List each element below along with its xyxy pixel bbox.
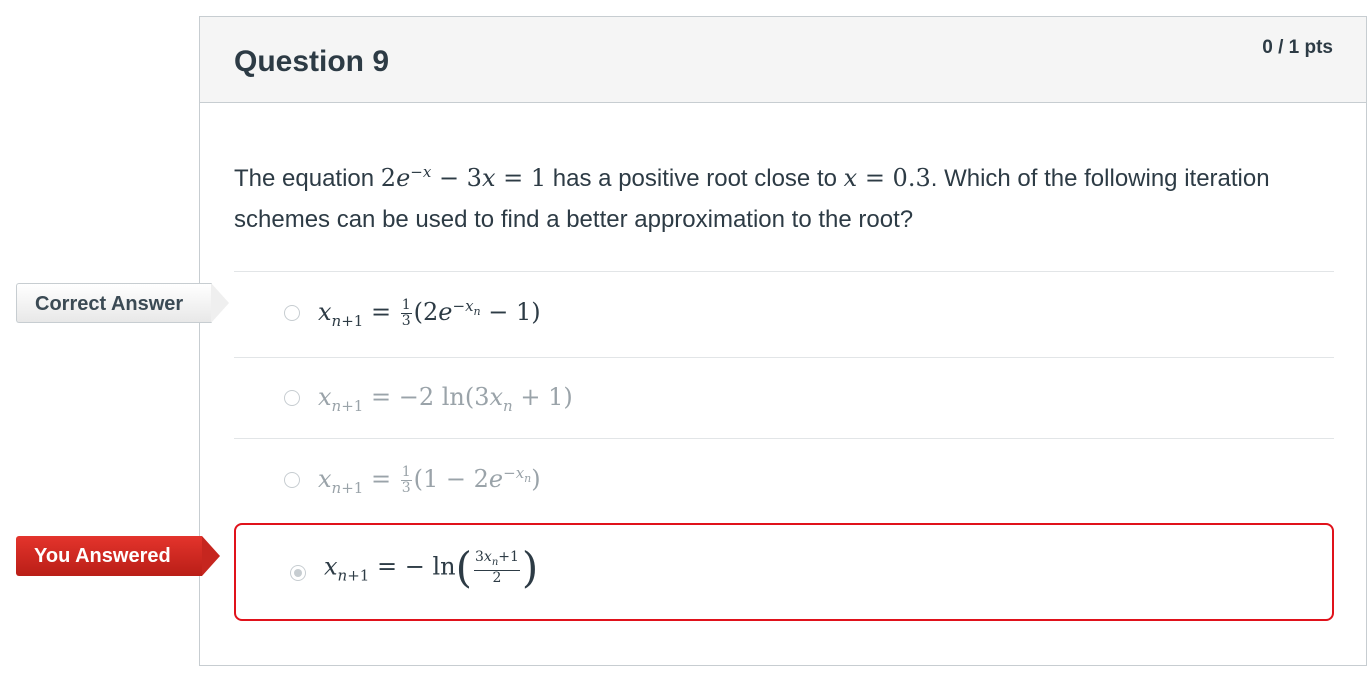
answer-option-3[interactable]: xn+1 = 1 3 (1 − 2e−xn) (234, 439, 1334, 523)
answer-radio[interactable] (284, 472, 300, 488)
answer-option-1[interactable]: xn+1 = 1 3 (2e−xn − 1) (234, 272, 1334, 356)
answer-formula: xn+1 = −2 ln(3xn + 1) (318, 383, 573, 415)
question-title: Question 9 (234, 45, 390, 78)
answer-radio[interactable] (284, 305, 300, 321)
answer-formula: xn+1 = 1 3 (2e−xn − 1) (318, 297, 541, 330)
question-card: Question 9 0 / 1 pts The equation 2e−x −… (199, 16, 1367, 666)
question-text-part: has a positive root close to (546, 165, 844, 192)
root-estimate: x = 0.3 (843, 164, 931, 192)
question-header: Question 9 0 / 1 pts (200, 17, 1366, 103)
correct-answer-tag: Correct Answer (16, 283, 212, 323)
equation: 2e−x − 3x = 1 (380, 163, 547, 192)
answer-formula: xn+1 = − ln(3xn+1 2) (324, 543, 539, 592)
correct-answer-tag-arrow (211, 283, 229, 323)
answer-radio-selected[interactable] (290, 565, 306, 581)
answer-formula: xn+1 = 1 3 (1 − 2e−xn) (318, 464, 541, 497)
answer-option-2[interactable]: xn+1 = −2 ln(3xn + 1) (234, 358, 1334, 442)
question-text: The equation 2e−x − 3x = 1 has a positiv… (234, 152, 1314, 240)
answer-option-4[interactable]: xn+1 = − ln(3xn+1 2) (234, 523, 1334, 621)
you-answered-tag: You Answered (16, 536, 202, 576)
answer-radio[interactable] (284, 390, 300, 406)
question-text-part: The equation (234, 165, 381, 192)
question-points: 0 / 1 pts (1262, 37, 1333, 58)
you-answered-tag-arrow (202, 536, 220, 576)
